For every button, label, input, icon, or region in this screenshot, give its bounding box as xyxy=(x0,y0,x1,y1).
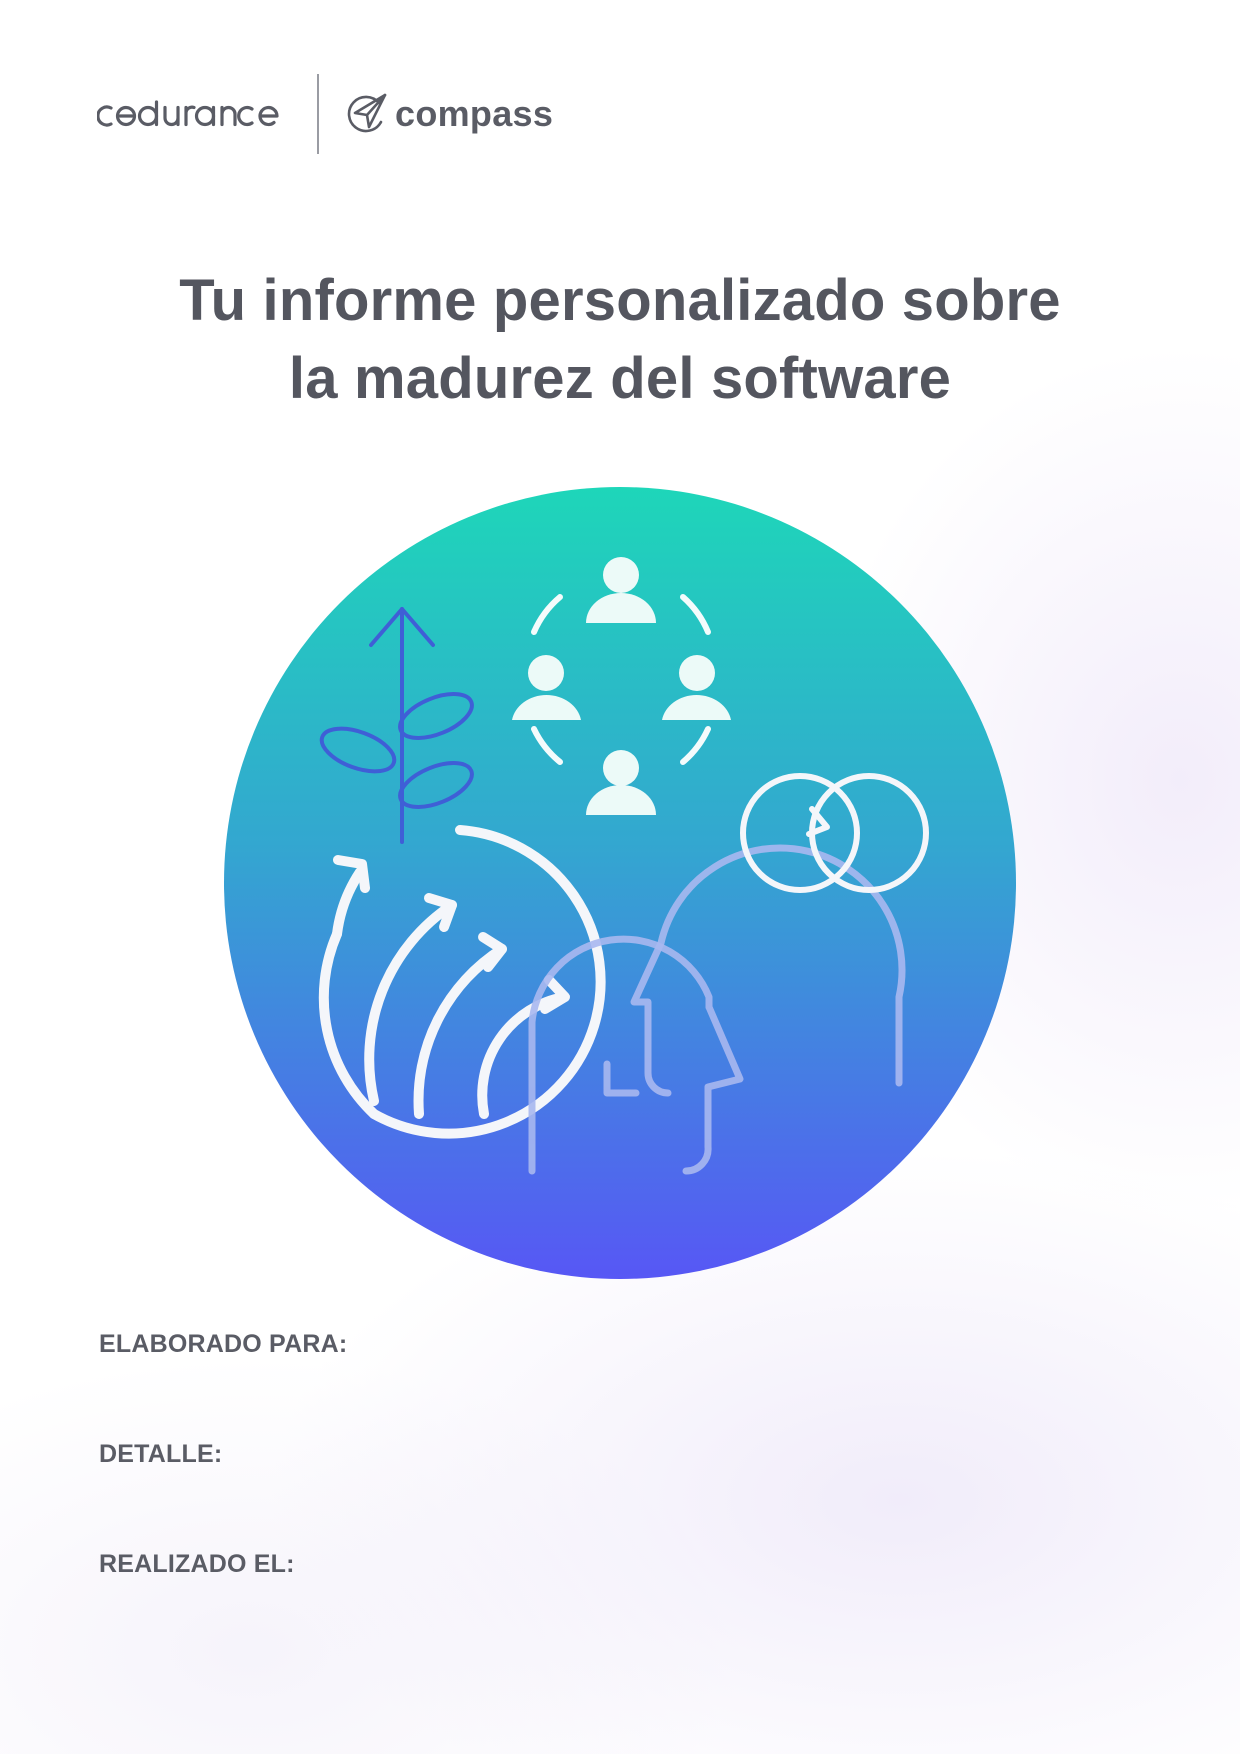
page-title: Tu informe personalizado sobre la madure… xyxy=(0,262,1240,418)
header: compass xyxy=(97,72,553,156)
title-line-1: Tu informe personalizado sobre xyxy=(179,268,1061,333)
detail-label: DETALLE: xyxy=(99,1440,223,1468)
hero-illustration xyxy=(224,487,1016,1279)
logo-divider xyxy=(317,74,319,154)
prepared-for-label: ELABORADO PARA: xyxy=(99,1330,348,1358)
date-label: REALIZADO EL: xyxy=(99,1550,295,1578)
title-line-2: la madurez del software xyxy=(288,346,952,411)
codurance-wordmark xyxy=(97,100,279,127)
compass-logo: compass xyxy=(341,72,553,156)
codurance-logo xyxy=(97,72,293,156)
compass-wordmark: compass xyxy=(395,93,554,134)
compass-icon xyxy=(347,93,387,133)
